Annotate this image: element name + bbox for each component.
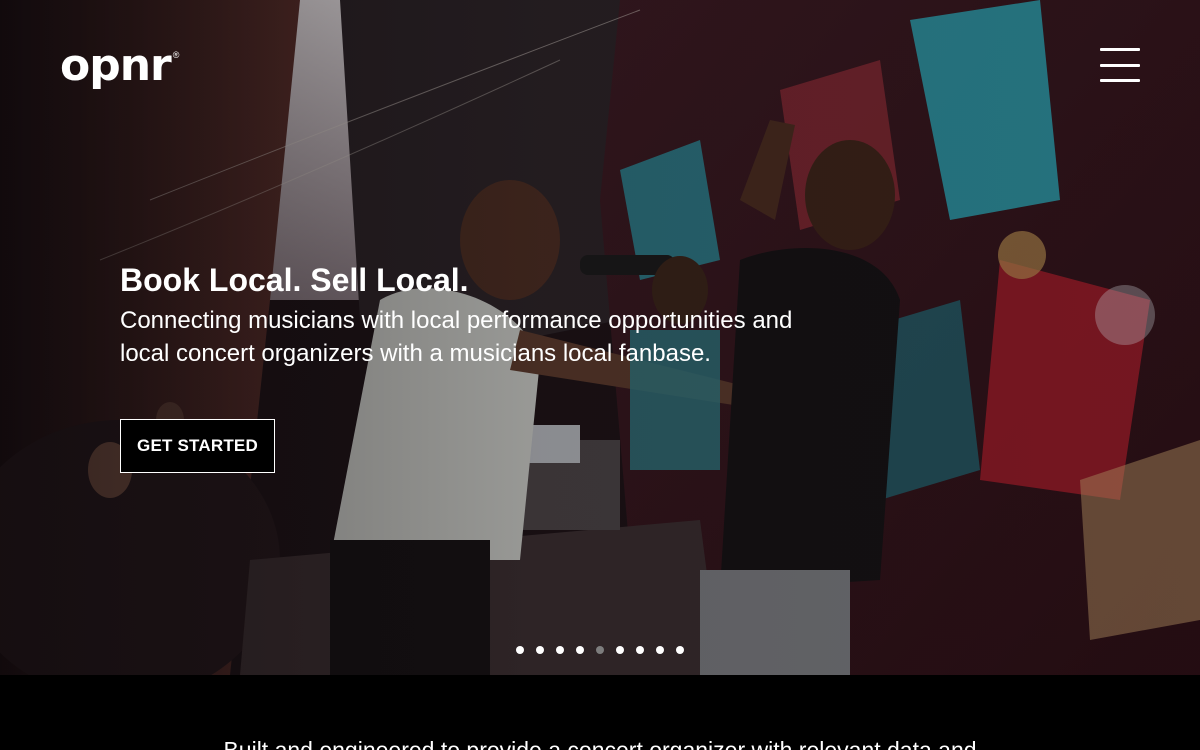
intro-section: Built and engineered to provide a concer… bbox=[0, 675, 1200, 750]
carousel-dot-4[interactable] bbox=[576, 646, 584, 654]
registered-mark: ® bbox=[172, 50, 180, 60]
hero-section: opnr ® Book Local. Sell Local. Connectin… bbox=[0, 0, 1200, 675]
hero-subtitle: Connecting musicians with local performa… bbox=[120, 307, 793, 367]
opnr-logo[interactable]: opnr ® bbox=[60, 44, 179, 92]
carousel-dot-1[interactable] bbox=[516, 646, 524, 654]
carousel-dot-2[interactable] bbox=[536, 646, 544, 654]
carousel-dot-5[interactable] bbox=[596, 646, 604, 654]
carousel-dot-7[interactable] bbox=[636, 646, 644, 654]
carousel-pagination bbox=[0, 646, 1200, 656]
carousel-dot-6[interactable] bbox=[616, 646, 624, 654]
carousel-dot-8[interactable] bbox=[656, 646, 664, 654]
logo-wordmark: opnr bbox=[60, 40, 172, 91]
get-started-button[interactable]: GET STARTED bbox=[120, 419, 275, 473]
carousel-dot-9[interactable] bbox=[676, 646, 684, 654]
hamburger-menu-icon[interactable] bbox=[1100, 48, 1140, 82]
hero-title: Book Local. Sell Local. bbox=[120, 262, 469, 298]
menu-bar-middle bbox=[1100, 63, 1140, 67]
menu-bar-bottom bbox=[1100, 79, 1140, 82]
carousel-dot-3[interactable] bbox=[556, 646, 564, 654]
intro-text: Built and engineered to provide a concer… bbox=[223, 737, 977, 750]
menu-bar-top bbox=[1100, 48, 1140, 51]
